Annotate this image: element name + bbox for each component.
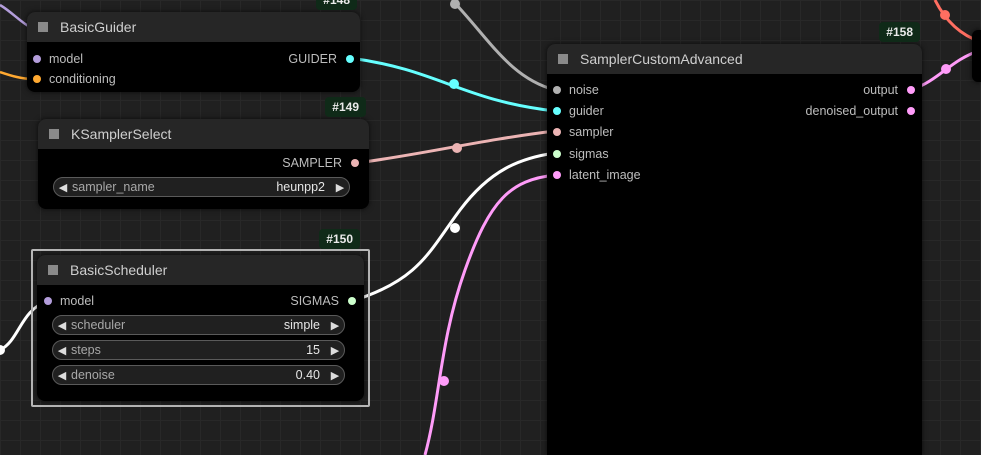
input-slot-model[interactable]: model bbox=[44, 294, 94, 308]
node-basic-scheduler[interactable]: #150 BasicScheduler model SIGMAS ◀ sched… bbox=[37, 229, 364, 401]
slot-label: model bbox=[49, 52, 84, 66]
collapse-toggle-icon[interactable] bbox=[48, 265, 58, 275]
link-red-handle[interactable] bbox=[940, 10, 950, 20]
slot-label: guider bbox=[569, 104, 604, 118]
link-sampler-handle[interactable] bbox=[452, 143, 462, 153]
widget-value: heunpp2 bbox=[276, 180, 325, 194]
input-slot-guider[interactable]: guider bbox=[553, 104, 604, 118]
widget-sampler-name[interactable]: ◀ sampler_name heunpp2 ▶ bbox=[53, 177, 350, 197]
slot-label: output bbox=[863, 83, 898, 97]
node-id-badge: #149 bbox=[325, 97, 366, 117]
node-title-bar[interactable]: SamplerCustomAdvanced bbox=[547, 44, 922, 74]
node-title-bar[interactable]: BasicGuider bbox=[27, 12, 360, 42]
slot-label: SIGMAS bbox=[290, 294, 339, 308]
node-title: KSamplerSelect bbox=[71, 126, 172, 142]
decrement-arrow-icon[interactable]: ◀ bbox=[53, 344, 71, 357]
input-slot-sampler[interactable]: sampler bbox=[553, 125, 613, 139]
widget-value: 15 bbox=[306, 343, 320, 357]
link-noise[interactable] bbox=[450, 0, 556, 92]
slot-label: SAMPLER bbox=[282, 156, 342, 170]
collapse-toggle-icon[interactable] bbox=[38, 22, 48, 32]
output-slot-sigmas[interactable]: SIGMAS bbox=[290, 294, 356, 308]
link-sigmas-handle[interactable] bbox=[450, 223, 460, 233]
slot-dot-icon[interactable] bbox=[553, 128, 561, 136]
node-sampler-custom-advanced[interactable]: #158 SamplerCustomAdvanced noise guider … bbox=[547, 22, 922, 455]
increment-arrow-icon[interactable]: ▶ bbox=[326, 344, 344, 357]
widget-denoise[interactable]: ◀ denoise 0.40 ▶ bbox=[52, 365, 345, 385]
node-offscreen-right[interactable] bbox=[972, 30, 981, 82]
slot-dot-icon[interactable] bbox=[348, 297, 356, 305]
link-latent-handle[interactable] bbox=[439, 376, 449, 386]
slot-dot-icon[interactable] bbox=[44, 297, 52, 305]
input-slot-conditioning[interactable]: conditioning bbox=[33, 72, 116, 86]
input-slot-noise[interactable]: noise bbox=[553, 83, 599, 97]
increment-arrow-icon[interactable]: ▶ bbox=[331, 181, 349, 194]
node-title-bar[interactable]: KSamplerSelect bbox=[38, 119, 369, 149]
output-slot-denoised-output[interactable]: denoised_output bbox=[806, 104, 915, 118]
slot-dot-icon[interactable] bbox=[907, 86, 915, 94]
widget-label: scheduler bbox=[71, 318, 126, 332]
slot-dot-icon[interactable] bbox=[351, 159, 359, 167]
widget-value: simple bbox=[283, 318, 320, 332]
slot-label: denoised_output bbox=[805, 104, 898, 118]
input-slot-latent-image[interactable]: latent_image bbox=[553, 168, 641, 182]
slot-label: conditioning bbox=[49, 72, 116, 86]
slot-label: sigmas bbox=[569, 147, 609, 161]
slot-dot-icon[interactable] bbox=[33, 75, 41, 83]
widget-scheduler[interactable]: ◀ scheduler simple ▶ bbox=[52, 315, 345, 335]
link-guider-handle[interactable] bbox=[449, 79, 459, 89]
slot-dot-icon[interactable] bbox=[346, 55, 354, 63]
slot-dot-icon[interactable] bbox=[553, 86, 561, 94]
node-title: BasicGuider bbox=[60, 19, 137, 35]
link-latent[interactable] bbox=[423, 173, 556, 455]
slot-dot-icon[interactable] bbox=[553, 171, 561, 179]
input-slot-model[interactable]: model bbox=[33, 52, 83, 66]
increment-arrow-icon[interactable]: ▶ bbox=[326, 319, 344, 332]
decrement-arrow-icon[interactable]: ◀ bbox=[53, 319, 71, 332]
slot-dot-icon[interactable] bbox=[33, 55, 41, 63]
node-id-badge: #150 bbox=[319, 229, 360, 249]
node-title: SamplerCustomAdvanced bbox=[580, 51, 743, 67]
widget-label: denoise bbox=[71, 368, 115, 382]
increment-arrow-icon[interactable]: ▶ bbox=[326, 369, 344, 382]
widget-label: sampler_name bbox=[72, 180, 155, 194]
widget-steps[interactable]: ◀ steps 15 ▶ bbox=[52, 340, 345, 360]
slot-label: GUIDER bbox=[288, 52, 337, 66]
collapse-toggle-icon[interactable] bbox=[49, 129, 59, 139]
node-title: BasicScheduler bbox=[70, 262, 168, 278]
node-ksampler-select[interactable]: #149 KSamplerSelect SAMPLER ◀ sampler_na… bbox=[38, 97, 369, 209]
slot-label: noise bbox=[569, 83, 599, 97]
collapse-toggle-icon[interactable] bbox=[558, 54, 568, 64]
output-slot-guider[interactable]: GUIDER bbox=[288, 52, 354, 66]
node-title-bar[interactable]: BasicScheduler bbox=[37, 255, 364, 285]
widget-value: 0.40 bbox=[295, 368, 320, 382]
input-slot-sigmas[interactable]: sigmas bbox=[553, 147, 609, 161]
decrement-arrow-icon[interactable]: ◀ bbox=[54, 181, 72, 194]
slot-dot-icon[interactable] bbox=[553, 107, 561, 115]
slot-label: model bbox=[60, 294, 95, 308]
widget-label: steps bbox=[71, 343, 101, 357]
slot-dot-icon[interactable] bbox=[553, 150, 561, 158]
output-slot-output[interactable]: output bbox=[863, 83, 915, 97]
slot-label: latent_image bbox=[569, 168, 641, 182]
output-slot-sampler[interactable]: SAMPLER bbox=[282, 156, 359, 170]
slot-label: sampler bbox=[569, 125, 614, 139]
node-id-badge: #158 bbox=[879, 22, 920, 42]
decrement-arrow-icon[interactable]: ◀ bbox=[53, 369, 71, 382]
node-id-badge: #148 bbox=[316, 0, 357, 10]
slot-dot-icon[interactable] bbox=[907, 107, 915, 115]
node-basic-guider[interactable]: #148 BasicGuider model conditioning GUID… bbox=[27, 0, 360, 92]
link-output-handle[interactable] bbox=[941, 64, 951, 74]
